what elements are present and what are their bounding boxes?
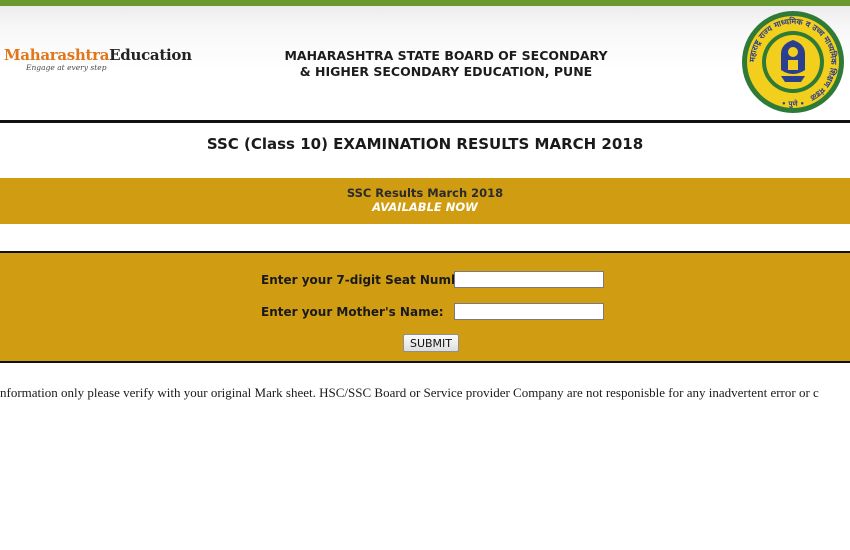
board-seal-logo: महाराष्ट्र राज्य माध्यमिक व उच्च माध्यमि… — [742, 11, 844, 113]
seal-bottom-text: • पुणे • — [782, 99, 805, 109]
seat-number-input[interactable] — [454, 271, 604, 288]
maharashtra-education-logo[interactable]: MaharashtraEducation Engage at every ste… — [4, 46, 192, 72]
board-title-line2: & HIGHER SECONDARY EDUCATION, PUNE — [299, 64, 593, 79]
results-banner-label: SSC Results March 2018 — [346, 186, 504, 200]
brand-tagline: Engage at every step — [26, 63, 107, 72]
mother-name-input[interactable] — [454, 303, 604, 320]
brand-name: MaharashtraEducation — [4, 46, 192, 64]
mother-name-label: Enter your Mother's Name: — [261, 305, 444, 319]
submit-button[interactable]: SUBMIT — [403, 334, 459, 352]
header-divider — [0, 120, 850, 123]
form-bottom-divider — [0, 361, 850, 363]
disclaimer-text: nformation only please verify with your … — [0, 385, 819, 400]
results-availability-status: AVAILABLE NOW — [372, 200, 478, 214]
board-title: MAHARASHTRA STATE BOARD OF SECONDARY & H… — [280, 48, 612, 80]
brand-name-part1: Maharashtra — [4, 46, 110, 64]
board-title-line1: MAHARASHTRA STATE BOARD OF SECONDARY — [284, 48, 608, 63]
exam-title: SSC (Class 10) EXAMINATION RESULTS MARCH… — [206, 135, 644, 153]
results-banner: SSC Results March 2018 AVAILABLE NOW — [0, 178, 850, 224]
brand-name-part2: Education — [109, 46, 192, 64]
seat-number-label: Enter your 7-digit Seat Number: — [261, 273, 479, 287]
